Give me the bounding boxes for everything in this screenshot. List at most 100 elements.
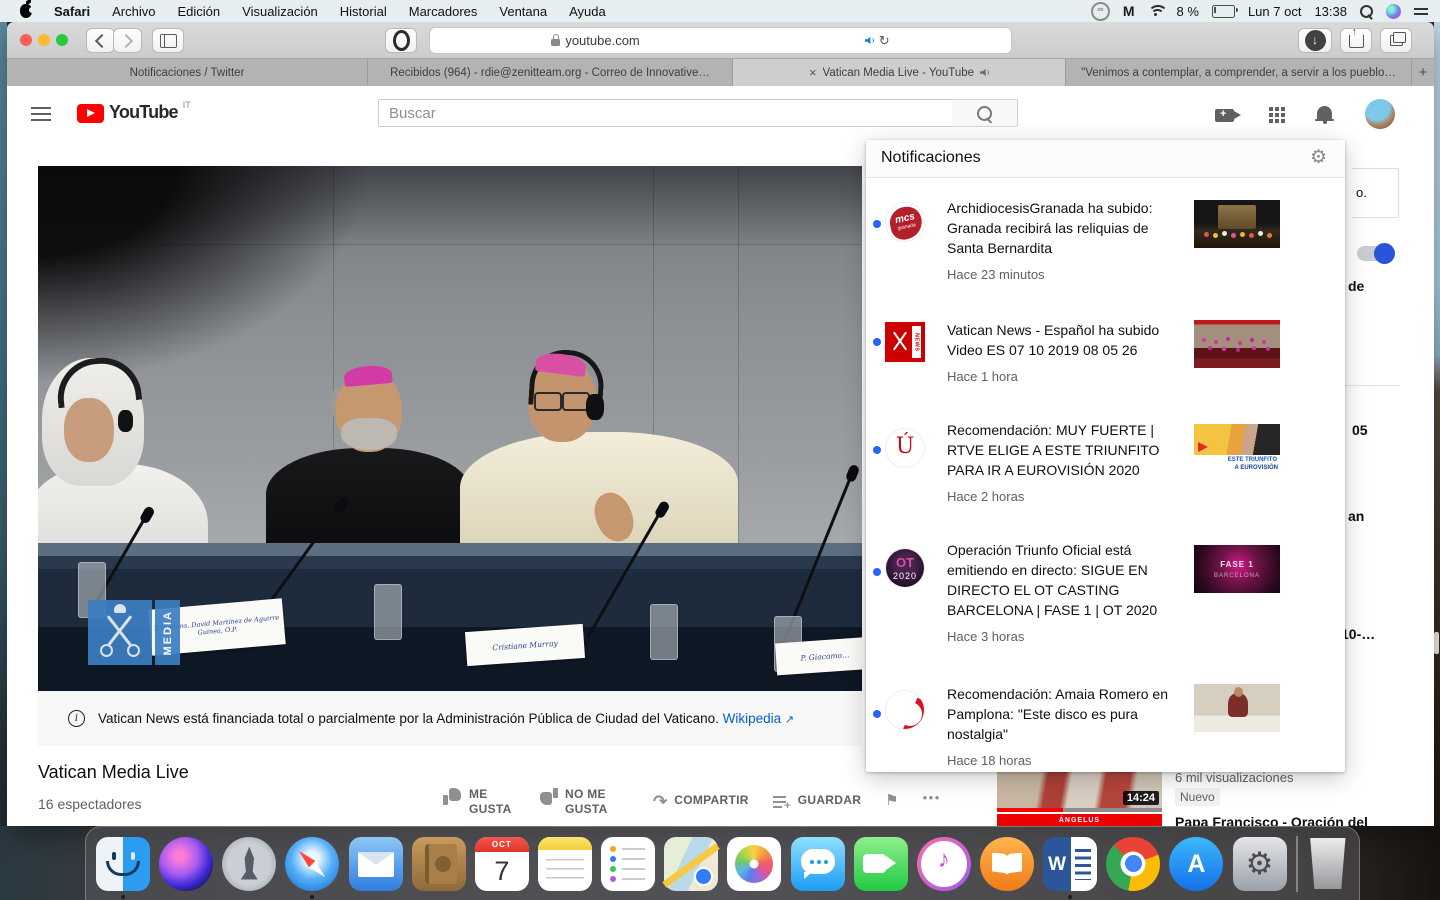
minimize-window-button[interactable] bbox=[38, 34, 50, 46]
share-video-button[interactable]: ↷ COMPARTIR bbox=[653, 792, 749, 812]
channel-avatar-ultima-hora[interactable]: Ú bbox=[885, 428, 925, 468]
menu-ayuda[interactable]: Ayuda bbox=[569, 4, 606, 19]
upnext-thumbnail[interactable]: 14:24 bbox=[997, 772, 1162, 812]
dock-notes-icon[interactable] bbox=[538, 837, 592, 891]
macos-dock: OCT7 ♪ W A ⚙ bbox=[85, 826, 1360, 900]
autoplay-toggle[interactable] bbox=[1357, 246, 1393, 261]
save-button[interactable]: + GUARDAR bbox=[773, 792, 861, 810]
channel-avatar-ot-2020[interactable]: OT 2020 bbox=[885, 548, 925, 588]
menu-marcadores[interactable]: Marcadores bbox=[409, 4, 478, 19]
page-audio-icon[interactable] bbox=[865, 36, 874, 45]
account-avatar[interactable] bbox=[1365, 99, 1395, 129]
apple-menu-icon[interactable] bbox=[20, 4, 32, 18]
guide-menu-icon[interactable] bbox=[31, 107, 51, 121]
upnext-views: 6 mil visualizaciones bbox=[1175, 770, 1294, 785]
gear-icon[interactable]: ⚙ bbox=[1310, 146, 1327, 169]
menu-visualizacion[interactable]: Visualización bbox=[242, 4, 318, 19]
menu-historial[interactable]: Historial bbox=[340, 4, 387, 19]
upload-video-icon[interactable] bbox=[1215, 109, 1234, 122]
dock-trash-icon[interactable] bbox=[1307, 838, 1349, 889]
channel-avatar-mcs-granada[interactable]: mcsgranada bbox=[885, 202, 925, 242]
notification-time: Hace 18 horas bbox=[947, 753, 1169, 768]
video-title: Vatican Media Live bbox=[38, 762, 189, 783]
tab-twitter[interactable]: Notificaciones / Twitter bbox=[7, 59, 368, 86]
notifications-header: Notificaciones ⚙ bbox=[866, 140, 1345, 178]
tab-youtube-active[interactable]: × Vatican Media Live - YouTube bbox=[733, 59, 1066, 86]
dock-finder-icon[interactable] bbox=[96, 837, 150, 891]
menubar-time[interactable]: 13:38 bbox=[1314, 4, 1347, 19]
dock-appstore-icon[interactable]: A bbox=[1169, 837, 1223, 891]
close-window-button[interactable] bbox=[20, 34, 32, 46]
notification-thumbnail[interactable] bbox=[1194, 320, 1280, 368]
extension-button[interactable] bbox=[385, 28, 417, 53]
channel-avatar-vatican-news[interactable]: NEWS bbox=[885, 322, 925, 362]
macos-menubar: Safari Archivo Edición Visualización His… bbox=[0, 0, 1440, 22]
address-bar[interactable]: youtube.com ↻ bbox=[429, 27, 1012, 54]
dock-sysprefs-icon[interactable]: ⚙ bbox=[1233, 837, 1287, 891]
video-actions: ME GUSTA NO ME GUSTA ↷ COMPARTIR + GUARD… bbox=[443, 786, 941, 817]
battery-icon[interactable] bbox=[1212, 5, 1235, 18]
video-player[interactable]: S.E. Mons. David Martínez de Aguirre Gui… bbox=[38, 166, 862, 691]
report-button[interactable]: ⚑ bbox=[885, 790, 898, 809]
menu-archivo[interactable]: Archivo bbox=[112, 4, 155, 19]
tab-venimos[interactable]: "Venimos a contemplar, a comprender, a s… bbox=[1066, 59, 1412, 86]
search-button[interactable] bbox=[952, 99, 1018, 127]
wifi-icon[interactable] bbox=[1148, 5, 1164, 17]
notification-thumbnail[interactable] bbox=[1194, 200, 1280, 248]
menu-ventana[interactable]: Ventana bbox=[499, 4, 547, 19]
notification-thumbnail[interactable]: ESTE TRIUNFITO A EUROVISIÓN bbox=[1194, 424, 1280, 472]
live-chat-box-clipped: o. bbox=[1352, 168, 1399, 218]
like-button[interactable]: ME GUSTA bbox=[443, 786, 515, 817]
more-actions-button[interactable]: ••• bbox=[923, 786, 941, 805]
desktop-wallpaper-right bbox=[1434, 22, 1440, 900]
upnext-thumbnail-2[interactable]: ÁNGELUS bbox=[997, 814, 1162, 826]
dislike-button[interactable]: NO ME GUSTA bbox=[539, 786, 611, 817]
spotlight-icon[interactable] bbox=[1360, 5, 1373, 18]
dock-chrome-icon[interactable] bbox=[1106, 837, 1160, 891]
dock-photos-icon[interactable] bbox=[727, 837, 781, 891]
forward-button[interactable] bbox=[113, 28, 142, 53]
channel-avatar-navarra[interactable] bbox=[885, 690, 925, 730]
dock-mail-icon[interactable] bbox=[349, 837, 403, 891]
dock-calendar-icon[interactable]: OCT7 bbox=[475, 837, 529, 891]
upnext-title[interactable]: Papa Francisco - Oración del bbox=[1175, 814, 1415, 826]
sidebar-toggle-button[interactable] bbox=[152, 28, 184, 53]
dock-launchpad-icon[interactable] bbox=[222, 837, 276, 891]
search-input[interactable] bbox=[378, 99, 953, 127]
downloads-button[interactable]: ↓ bbox=[1298, 28, 1332, 53]
tab-overview-button[interactable] bbox=[1380, 28, 1412, 53]
close-tab-icon[interactable]: × bbox=[809, 65, 817, 80]
dock-word-icon[interactable]: W bbox=[1043, 837, 1097, 891]
menubar-date[interactable]: Lun 7 oct bbox=[1248, 4, 1302, 19]
url-text: youtube.com bbox=[565, 33, 639, 48]
dock-itunes-icon[interactable]: ♪ bbox=[917, 837, 971, 891]
dock-facetime-icon[interactable] bbox=[854, 837, 908, 891]
youtube-logo[interactable]: YouTube IT bbox=[77, 102, 191, 123]
wikipedia-link[interactable]: Wikipedia bbox=[723, 711, 782, 726]
notification-thumbnail[interactable]: FASE 1 BARCELONA bbox=[1194, 545, 1280, 593]
dock-safari-icon[interactable] bbox=[285, 837, 339, 891]
tab-mail[interactable]: Recibidos (964) - rdie@zenitteam.org - C… bbox=[368, 59, 733, 86]
back-button[interactable] bbox=[86, 28, 115, 53]
zoom-window-button[interactable] bbox=[56, 34, 68, 46]
menu-app-name[interactable]: Safari bbox=[54, 4, 90, 19]
dock-contacts-icon[interactable] bbox=[412, 837, 466, 891]
dock-maps-icon[interactable] bbox=[664, 837, 718, 891]
dock-messages-icon[interactable] bbox=[791, 837, 845, 891]
new-tab-button[interactable]: + bbox=[1412, 59, 1434, 86]
dock-siri-icon[interactable] bbox=[159, 837, 213, 891]
notifications-bell-icon[interactable] bbox=[1317, 106, 1332, 119]
siri-icon[interactable] bbox=[1386, 4, 1401, 19]
share-button[interactable] bbox=[1340, 28, 1372, 53]
reload-icon[interactable]: ↻ bbox=[879, 33, 890, 49]
dock-books-icon[interactable] bbox=[980, 837, 1034, 891]
tab-audio-icon[interactable] bbox=[980, 68, 989, 77]
creative-cloud-icon[interactable]: ∞ bbox=[1091, 2, 1110, 21]
malwarebytes-icon[interactable]: M bbox=[1123, 3, 1135, 19]
apps-grid-icon[interactable] bbox=[1269, 107, 1273, 111]
notification-center-icon[interactable] bbox=[1414, 8, 1428, 15]
menu-edicion[interactable]: Edición bbox=[178, 4, 221, 19]
notification-thumbnail[interactable] bbox=[1194, 684, 1280, 732]
thumb-down-icon bbox=[539, 788, 558, 805]
dock-reminders-icon[interactable] bbox=[601, 837, 655, 891]
